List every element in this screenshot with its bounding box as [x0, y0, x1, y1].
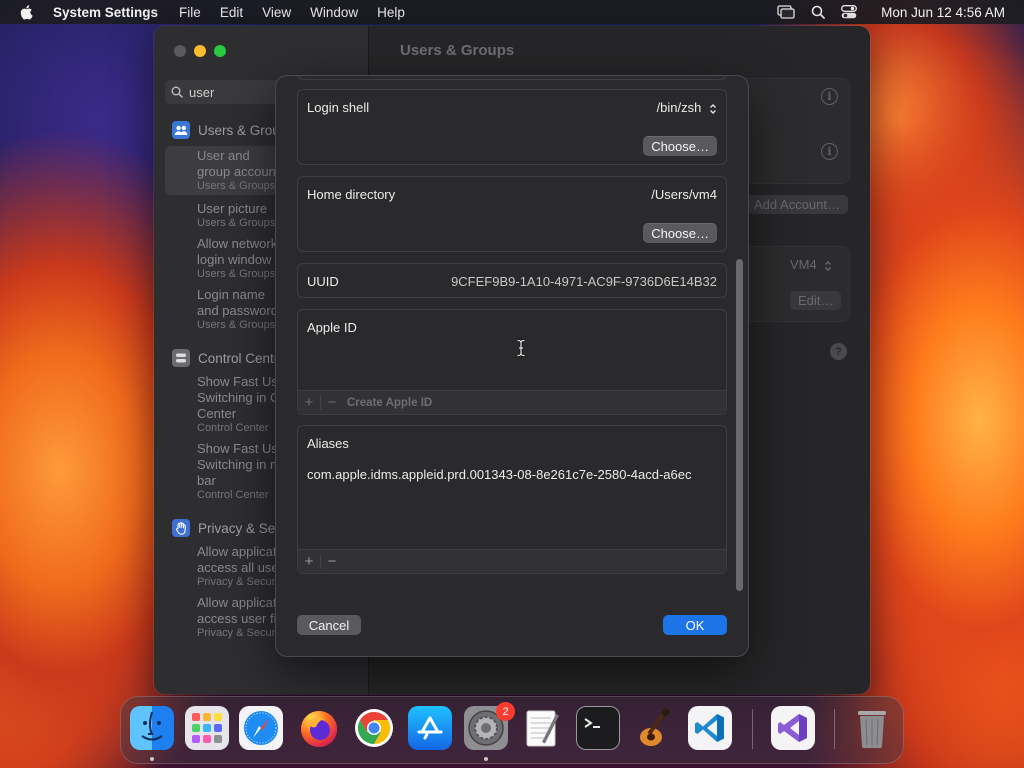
vscode-icon[interactable] — [688, 706, 732, 750]
sheet-scroll-area[interactable]: Login shell /bin/zsh Choose… Home direct… — [276, 76, 748, 596]
close-button[interactable] — [174, 45, 186, 57]
menu-view[interactable]: View — [262, 5, 291, 20]
chevron-updown-icon — [824, 260, 832, 272]
chevron-updown-icon — [709, 103, 717, 115]
control-centre-icon — [172, 349, 190, 367]
apple-menu-icon[interactable] — [19, 4, 33, 20]
apple-id-section: Apple ID + − Create Apple ID — [297, 309, 727, 415]
home-directory-label: Home directory — [307, 187, 396, 202]
dock: 2 — [120, 696, 904, 764]
menu-bar-clock[interactable]: Mon Jun 12 4:56 AM — [881, 5, 1005, 20]
help-button[interactable]: ? — [830, 343, 847, 360]
uuid-label: UUID — [307, 274, 339, 289]
users-groups-icon — [172, 121, 190, 139]
menu-edit[interactable]: Edit — [220, 5, 243, 20]
safari-icon[interactable] — [239, 706, 283, 750]
alias-list-item[interactable]: com.apple.idms.appleid.prd.001343-08-8e2… — [307, 467, 719, 482]
page-title: Users & Groups — [400, 42, 515, 59]
apple-id-label: Apple ID — [307, 320, 357, 335]
running-indicator — [150, 757, 154, 761]
finder-icon[interactable] — [130, 706, 174, 750]
cancel-button[interactable]: Cancel — [297, 615, 361, 635]
menu-help[interactable]: Help — [377, 5, 405, 20]
add-apple-id-button[interactable]: + — [298, 394, 320, 411]
notification-badge: 2 — [496, 702, 515, 721]
garageband-icon[interactable] — [632, 706, 676, 750]
add-account-button[interactable]: Add Account… — [746, 195, 848, 214]
choose-shell-button[interactable]: Choose… — [643, 136, 717, 156]
running-indicator — [484, 757, 488, 761]
choose-home-button[interactable]: Choose… — [643, 223, 717, 243]
control-center-icon[interactable] — [841, 5, 858, 19]
uuid-section: UUID 9CFEF9B9-1A10-4971-AC9F-9736D6E14B3… — [297, 263, 727, 298]
zoom-button[interactable] — [214, 45, 226, 57]
menu-window[interactable]: Window — [310, 5, 358, 20]
login-shell-section: Login shell /bin/zsh Choose… — [297, 89, 727, 165]
search-icon — [171, 86, 183, 98]
textedit-icon[interactable] — [520, 706, 564, 750]
aliases-section: Aliases com.apple.idms.appleid.prd.00134… — [297, 425, 727, 574]
app-name-menu[interactable]: System Settings — [53, 5, 158, 20]
uuid-value: 9CFEF9B9-1A10-4971-AC9F-9736D6E14B32 — [451, 274, 717, 289]
user-advanced-options-sheet: Login shell /bin/zsh Choose… Home direct… — [276, 76, 748, 656]
edit-button[interactable]: Edit… — [790, 291, 842, 310]
clipped-section — [297, 76, 727, 80]
search-input[interactable]: user — [189, 85, 214, 100]
hand-icon — [172, 519, 190, 537]
home-directory-section: Home directory /Users/vm4 Choose… — [297, 176, 727, 252]
create-apple-id-button[interactable]: Create Apple ID — [347, 397, 432, 409]
trash-icon[interactable] — [850, 706, 894, 750]
login-shell-popup[interactable]: /bin/zsh — [657, 100, 717, 115]
text-cursor-icon — [516, 339, 526, 362]
aliases-label: Aliases — [307, 436, 349, 451]
screen-mirroring-icon[interactable] — [777, 5, 795, 19]
terminal-icon[interactable] — [576, 706, 620, 750]
window-controls — [174, 45, 226, 57]
sheet-scrollbar[interactable] — [736, 259, 743, 591]
remove-apple-id-button[interactable]: − — [321, 394, 343, 411]
spotlight-search-icon[interactable] — [811, 5, 826, 19]
menu-file[interactable]: File — [179, 5, 201, 20]
login-shell-label: Login shell — [307, 100, 370, 115]
remove-alias-button[interactable]: − — [321, 553, 343, 570]
visual-studio-icon[interactable] — [771, 706, 815, 750]
home-directory-value: /Users/vm4 — [651, 187, 717, 202]
launchpad-icon[interactable] — [185, 706, 229, 750]
menu-bar: System Settings File Edit View Window He… — [0, 0, 1024, 24]
app-store-icon[interactable] — [408, 706, 452, 750]
info-icon[interactable]: i — [821, 143, 838, 160]
dock-divider — [834, 709, 835, 749]
info-icon[interactable]: i — [821, 88, 838, 105]
apple-id-toolbar: + − Create Apple ID — [298, 390, 726, 414]
auto-login-popup[interactable]: VM4 — [790, 257, 832, 272]
ok-button[interactable]: OK — [663, 615, 727, 635]
minimize-button[interactable] — [194, 45, 206, 57]
add-alias-button[interactable]: + — [298, 553, 320, 570]
firefox-icon[interactable] — [297, 706, 341, 750]
aliases-toolbar: + − — [298, 549, 726, 573]
dock-divider — [752, 709, 753, 749]
chrome-icon[interactable] — [352, 706, 396, 750]
